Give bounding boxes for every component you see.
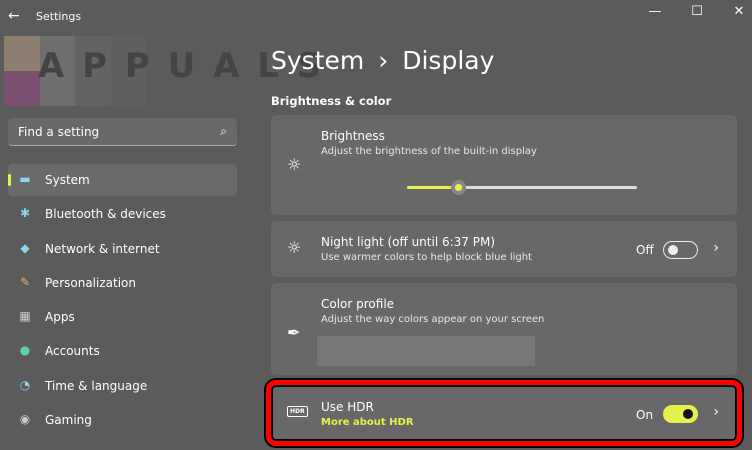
night-light-state: Off <box>636 243 654 257</box>
sidebar-item-accounts[interactable]: ● Accounts <box>8 335 237 367</box>
maximize-button[interactable]: ☐ <box>685 4 709 19</box>
breadcrumb-separator: › <box>378 46 389 75</box>
sidebar-item-label: Apps <box>45 310 75 325</box>
close-button[interactable]: ✕ <box>727 4 751 19</box>
toggle-knob <box>668 244 678 255</box>
brightness-title: Brightness <box>321 129 385 143</box>
color-profile-title: Color profile <box>321 297 395 311</box>
minimize-button[interactable]: — <box>643 4 667 19</box>
night-light-title: Night light (off until 6:37 PM) <box>321 235 495 249</box>
back-button[interactable]: ← <box>8 8 20 24</box>
sun-icon: ☼ <box>287 155 302 174</box>
app-title: Settings <box>36 10 82 23</box>
sidebar-item-system[interactable]: ▬ System <box>8 164 237 196</box>
bluetooth-icon: ✱ <box>19 206 31 221</box>
chevron-right-icon: › <box>713 240 719 256</box>
sidebar-item-label: Network & internet <box>45 241 160 256</box>
sidebar-item-label: System <box>45 173 90 187</box>
active-indicator <box>8 174 11 186</box>
brightness-slider[interactable] <box>407 180 637 195</box>
breadcrumb-parent[interactable]: System <box>271 46 364 75</box>
search-input[interactable]: Find a setting ⌕ <box>8 118 237 146</box>
sidebar-item-label: Gaming <box>45 413 92 428</box>
night-light-subtitle: Use warmer colors to help block blue lig… <box>321 252 532 263</box>
page-title: Display <box>402 46 495 75</box>
color-profile-card: ✒ Color profile Adjust the way colors ap… <box>271 283 737 375</box>
highlight-box <box>266 380 742 446</box>
apps-icon: ▦ <box>19 309 31 324</box>
sidebar-item-gaming[interactable]: ◉ Gaming <box>8 404 237 436</box>
brightness-card: ☼ Brightness Adjust the brightness of th… <box>271 115 737 215</box>
breadcrumb: System › Display <box>271 46 494 75</box>
brush-icon: ✎ <box>19 274 31 289</box>
color-profile-dropdown[interactable] <box>317 336 535 366</box>
monitor-icon: ▬ <box>19 172 31 186</box>
search-placeholder: Find a setting <box>18 125 100 139</box>
gamepad-icon: ◉ <box>19 412 31 427</box>
wifi-icon: ◆ <box>20 240 30 255</box>
sidebar-item-label: Accounts <box>45 344 100 359</box>
globe-clock-icon: ◔ <box>19 377 31 392</box>
sidebar-item-label: Time & language <box>45 378 148 393</box>
night-light-card[interactable]: ☼ Night light (off until 6:37 PM) Use wa… <box>271 221 737 277</box>
sidebar-item-bluetooth[interactable]: ✱ Bluetooth & devices <box>8 198 237 230</box>
brightness-subtitle: Adjust the brightness of the built-in di… <box>321 146 537 157</box>
night-light-toggle[interactable] <box>663 241 698 259</box>
night-light-icon: ☼ <box>287 238 302 257</box>
slider-thumb[interactable] <box>450 180 466 195</box>
eyedropper-icon: ✒ <box>287 323 301 342</box>
sidebar-item-apps[interactable]: ▦ Apps <box>8 301 237 333</box>
sidebar-item-time-language[interactable]: ◔ Time & language <box>8 370 237 402</box>
search-icon: ⌕ <box>220 124 227 138</box>
sidebar-item-network[interactable]: ◆ Network & internet <box>8 233 237 265</box>
sidebar-item-label: Personalization <box>45 275 136 290</box>
person-icon: ● <box>19 343 31 358</box>
sidebar-nav: ▬ System ✱ Bluetooth & devices ◆ Network & … <box>8 164 237 438</box>
title-bar: ← Settings — ☐ ✕ <box>0 0 752 34</box>
section-heading: Brightness & color <box>271 94 392 108</box>
color-profile-subtitle: Adjust the way colors appear on your scr… <box>321 314 545 325</box>
sidebar-item-label: Bluetooth & devices <box>45 207 166 222</box>
sidebar-item-personalization[interactable]: ✎ Personalization <box>8 267 237 299</box>
